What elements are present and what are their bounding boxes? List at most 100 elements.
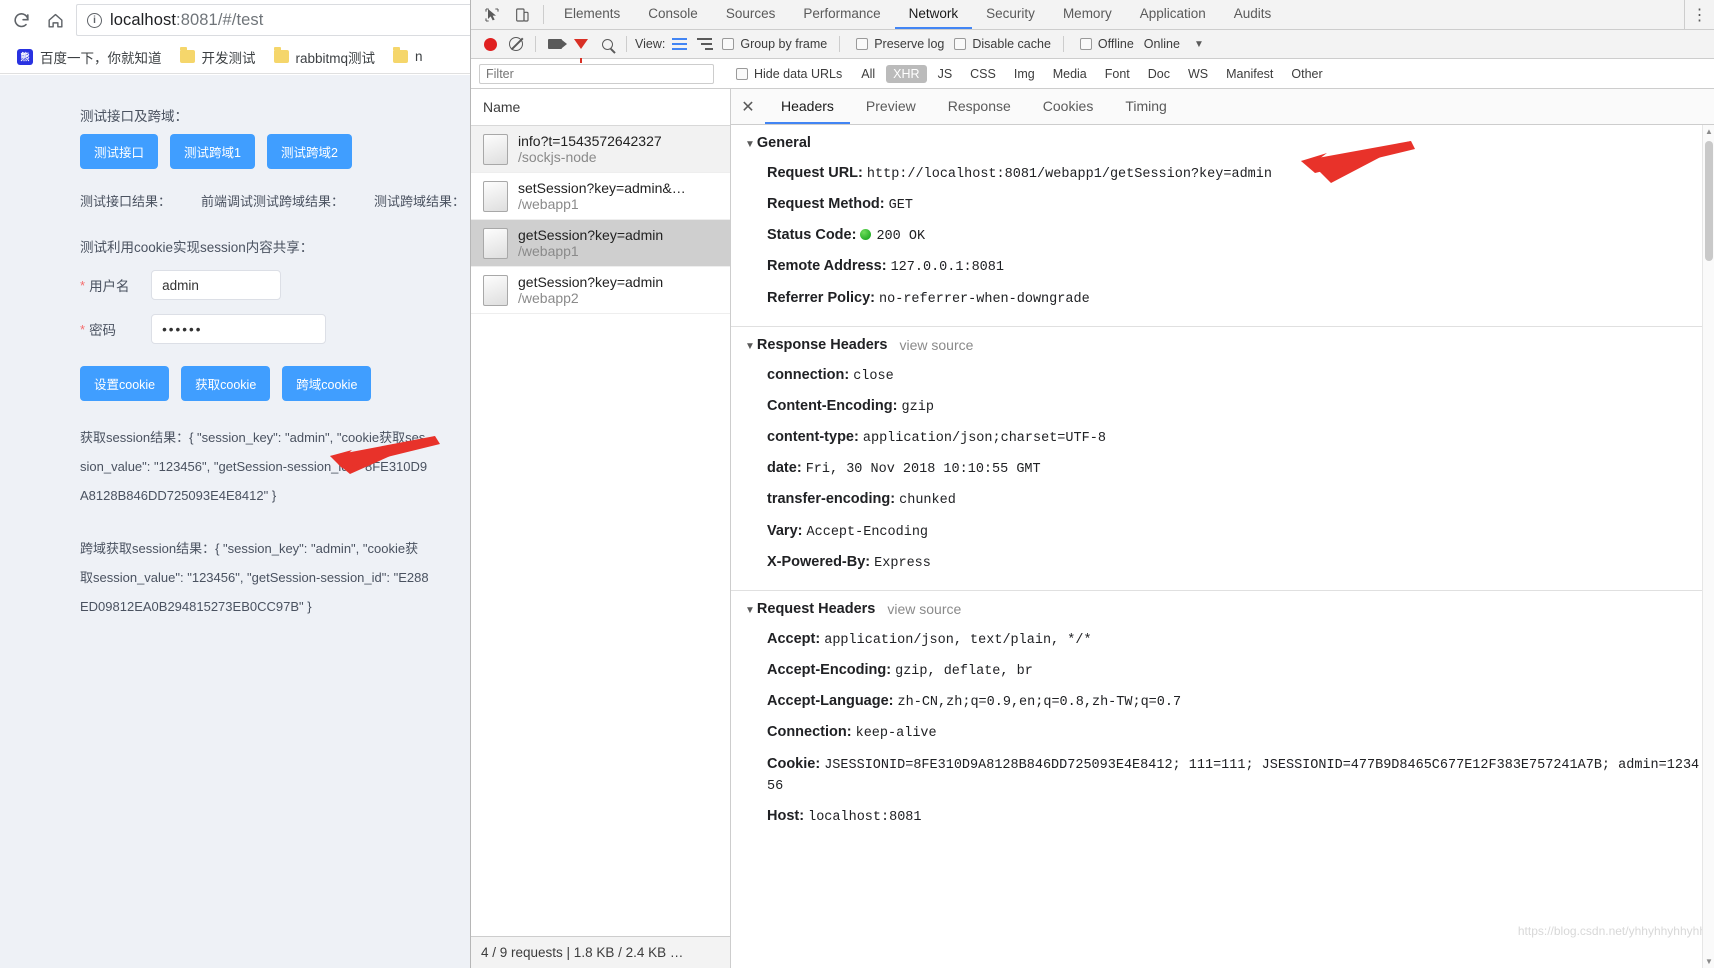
offline-checkbox[interactable]: Offline [1079, 37, 1134, 51]
type-filter-img[interactable]: Img [1007, 65, 1042, 83]
test-cors1-button[interactable]: 测试跨域1 [170, 134, 255, 169]
type-filter-other[interactable]: Other [1284, 65, 1329, 83]
detail-tab-response[interactable]: Response [932, 89, 1027, 124]
devtools-tab-memory[interactable]: Memory [1049, 0, 1126, 29]
session-result-text: 获取session结果：{ "session_key": "admin", "c… [80, 430, 428, 503]
table-row[interactable]: setSession?key=admin&… /webapp1 [471, 173, 730, 220]
devtools-tab-application[interactable]: Application [1126, 0, 1220, 29]
devtools-tab-audits[interactable]: Audits [1220, 0, 1286, 29]
checkbox-box [1079, 38, 1092, 50]
header-key: connection: [767, 366, 850, 383]
devtools-tab-security[interactable]: Security [972, 0, 1049, 29]
hide-data-urls-checkbox[interactable]: Hide data URLs [736, 67, 842, 81]
table-row[interactable]: info?t=1543572642327 /sockjs-node [471, 126, 730, 173]
bookmark-label: rabbitmq测试 [295, 50, 376, 66]
header-value: Fri, 30 Nov 2018 10:10:55 GMT [805, 462, 1041, 478]
request-name: getSession?key=admin [518, 274, 664, 290]
type-filter-xhr[interactable]: XHR [886, 64, 927, 83]
type-filter-js[interactable]: JS [931, 65, 960, 83]
vertical-scrollbar[interactable]: ▲ ▼ [1702, 125, 1714, 968]
close-icon[interactable]: ✕ [731, 89, 765, 124]
scrollbar-thumb[interactable] [1705, 141, 1713, 261]
triangle-down-icon[interactable]: ▼ [745, 605, 755, 616]
screenshot-root: i localhost:8081/#/test 熊 百度一下，你就知道 开发测试… [0, 0, 1714, 968]
inspect-cursor-icon[interactable] [477, 0, 507, 29]
checkbox-box [954, 38, 967, 50]
folder-icon [179, 47, 195, 63]
header-row: Remote Address: 127.0.0.1:8081 [731, 251, 1714, 282]
network-main-area: Name info?t=1543572642327 /sockjs-node s… [471, 89, 1714, 968]
search-icon[interactable] [594, 31, 620, 57]
request-headers-section-header[interactable]: ▼ Request Headers view source [731, 600, 1714, 618]
type-filter-all[interactable]: All [854, 65, 882, 83]
header-value: Accept-Encoding [806, 524, 929, 540]
detail-tab-timing[interactable]: Timing [1109, 89, 1183, 124]
password-input[interactable] [151, 314, 327, 344]
view-source-link[interactable]: view source [899, 337, 973, 353]
general-section-header[interactable]: ▼ General [731, 134, 1714, 152]
view-large-rows-icon[interactable] [672, 38, 688, 50]
header-key: Accept-Language: [767, 693, 894, 710]
type-filter-doc[interactable]: Doc [1141, 65, 1177, 83]
devtools-tab-network[interactable]: Network [894, 0, 973, 29]
header-key: Status Code: [767, 227, 857, 244]
username-label: 用户名 [89, 279, 130, 294]
device-toolbar-icon[interactable] [507, 0, 537, 29]
reload-icon[interactable] [4, 3, 38, 37]
header-value: localhost:8081 [808, 809, 922, 825]
header-value: Express [874, 555, 931, 571]
disable-cache-checkbox[interactable]: Disable cache [954, 37, 1051, 51]
bookmark-item-baidu[interactable]: 熊 百度一下，你就知道 [8, 44, 171, 70]
bookmark-label: n [415, 49, 423, 64]
type-filter-media[interactable]: Media [1046, 65, 1094, 83]
view-source-link[interactable]: view source [887, 601, 961, 617]
more-vertical-icon[interactable]: ⋮ [1684, 0, 1714, 29]
scroll-down-icon[interactable]: ▼ [1705, 957, 1713, 966]
username-input[interactable] [151, 270, 282, 300]
devtools-tab-console[interactable]: Console [634, 0, 712, 29]
type-filter-ws[interactable]: WS [1181, 65, 1215, 83]
get-cookie-button[interactable]: 获取cookie [181, 366, 271, 401]
camera-icon[interactable] [542, 31, 568, 57]
preserve-log-checkbox[interactable]: Preserve log [856, 37, 944, 51]
cross-domain-cookie-button[interactable]: 跨域cookie [282, 366, 372, 401]
bookmark-item-rabbitmq[interactable]: rabbitmq测试 [265, 44, 385, 70]
triangle-down-icon[interactable]: ▼ [745, 341, 755, 352]
bookmark-item-dev[interactable]: 开发测试 [171, 44, 265, 70]
online-throttle-label[interactable]: Online [1144, 37, 1180, 51]
view-waterfall-icon[interactable] [697, 38, 713, 50]
detail-tab-preview[interactable]: Preview [850, 89, 932, 124]
table-row[interactable]: getSession?key=admin /webapp1 [471, 220, 730, 267]
table-row[interactable]: getSession?key=admin /webapp2 [471, 267, 730, 314]
devtools-tab-sources[interactable]: Sources [712, 0, 790, 29]
test-api-button[interactable]: 测试接口 [80, 134, 159, 169]
request-path: /webapp1 [518, 196, 579, 212]
chevron-down-icon[interactable]: ▼ [1194, 39, 1204, 50]
response-headers-section-header[interactable]: ▼ Response Headers view source [731, 336, 1714, 354]
request-name: info?t=1543572642327 [518, 133, 662, 149]
type-filter-manifest[interactable]: Manifest [1219, 65, 1280, 83]
record-icon[interactable] [477, 31, 503, 57]
bookmark-item-partial[interactable]: n [384, 46, 432, 67]
detail-tab-cookies[interactable]: Cookies [1027, 89, 1110, 124]
scroll-up-icon[interactable]: ▲ [1705, 127, 1713, 136]
home-icon[interactable] [38, 3, 72, 37]
set-cookie-button[interactable]: 设置cookie [80, 366, 170, 401]
checkbox-box [722, 38, 735, 50]
group-by-frame-checkbox[interactable]: Group by frame [722, 37, 827, 51]
address-bar[interactable]: i localhost:8081/#/test [76, 4, 470, 36]
header-value: GET [888, 198, 913, 214]
type-filter-font[interactable]: Font [1098, 65, 1137, 83]
document-icon [483, 180, 508, 212]
devtools-tab-performance[interactable]: Performance [789, 0, 894, 29]
info-icon[interactable]: i [87, 12, 102, 28]
group-by-frame-label: Group by frame [740, 37, 828, 51]
filter-funnel-icon[interactable] [568, 31, 594, 63]
filter-input[interactable] [479, 63, 714, 84]
devtools-tab-elements[interactable]: Elements [550, 0, 634, 29]
detail-tab-headers[interactable]: Headers [765, 89, 850, 124]
triangle-down-icon[interactable]: ▼ [745, 139, 755, 150]
type-filter-css[interactable]: CSS [963, 65, 1003, 83]
test-cors2-button[interactable]: 测试跨域2 [266, 134, 352, 169]
clear-icon[interactable] [503, 31, 529, 57]
